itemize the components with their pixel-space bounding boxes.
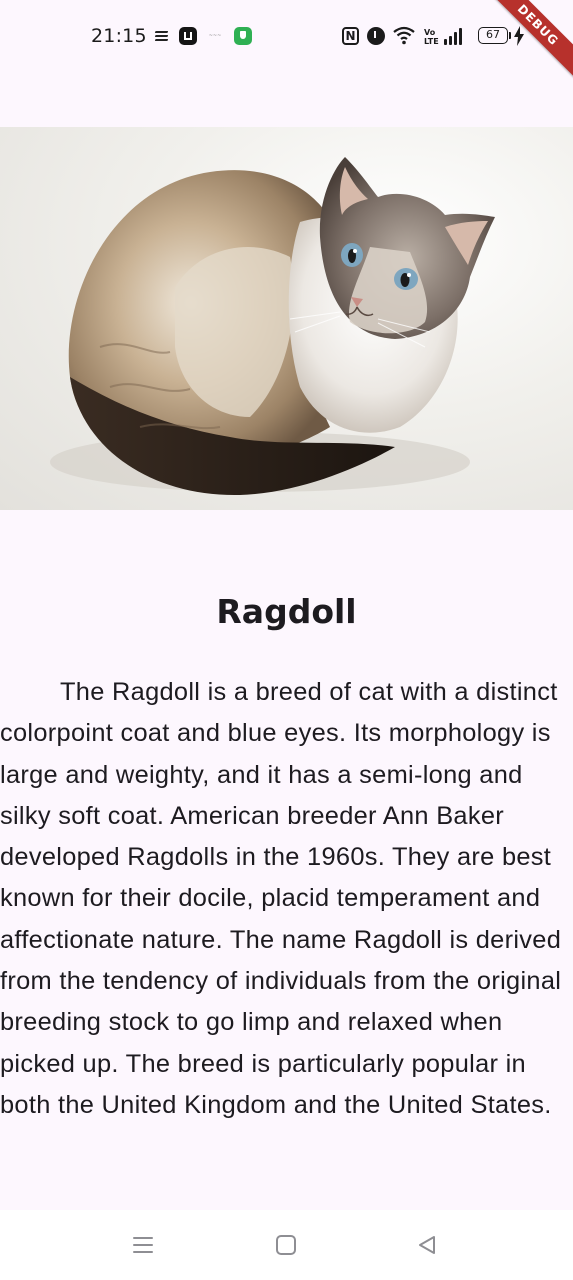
notification-lines-icon <box>154 31 169 41</box>
status-time: 21:15 <box>91 25 147 47</box>
charging-icon <box>514 26 524 46</box>
app-notification-icon: ~~~ <box>208 33 222 39</box>
status-bar: 21:15 ~~~ N Vo LTE 67 <box>0 0 573 72</box>
battery-icon: 67 <box>478 27 508 44</box>
alarm-icon <box>367 27 385 45</box>
shield-app-icon <box>234 27 252 45</box>
battery-tip-icon <box>509 32 511 39</box>
app-notification-icon <box>179 27 197 45</box>
volte-icon: Vo LTE <box>424 28 439 46</box>
signal-icon <box>444 27 466 45</box>
nfc-icon: N <box>342 27 359 45</box>
breed-title: Ragdoll <box>216 592 357 631</box>
ragdoll-cat-photo <box>0 127 573 510</box>
back-icon[interactable] <box>412 1230 442 1260</box>
breed-description: The Ragdoll is a breed of cat with a dis… <box>0 678 562 1119</box>
wifi-icon <box>392 25 416 45</box>
menu-icon[interactable] <box>128 1230 158 1260</box>
home-icon[interactable] <box>271 1230 301 1260</box>
system-nav-bar <box>0 1210 573 1280</box>
